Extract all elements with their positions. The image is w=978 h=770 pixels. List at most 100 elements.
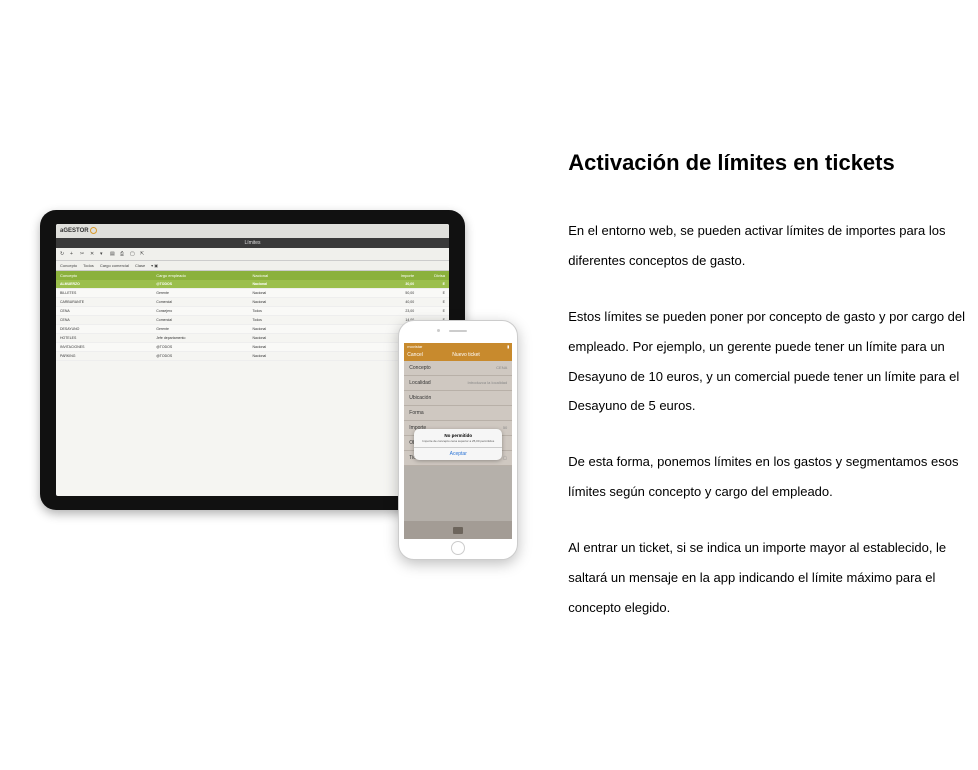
table-row[interactable]: BILLETESGerenteNacional50,00E — [56, 289, 449, 298]
export-icon[interactable]: ⇱ — [140, 251, 146, 257]
tablet-screen: aGESTOR Límites ↻ + ✂ ✕ ▾ ▤ ⎙ ▢ ⇱ Concep… — [56, 224, 449, 496]
refresh-icon[interactable]: ↻ — [60, 251, 66, 257]
print-icon[interactable]: ⎙ — [120, 251, 126, 257]
cell-concepto: CARBURANTE — [60, 300, 156, 304]
table-row[interactable]: CENAConsejeroTodos23,00E — [56, 307, 449, 316]
paragraph-2: Estos límites se pueden poner por concep… — [568, 302, 978, 422]
headline: Activación de límites en tickets — [568, 150, 978, 176]
cell-importe: 40,00 — [368, 300, 414, 304]
alert-modal: No permitido Importe de concepto cena su… — [414, 429, 502, 460]
col-importe: Importe — [368, 273, 414, 278]
col-cargo: Cargo empleado — [156, 273, 252, 278]
cell-cargo: Gerente — [156, 327, 252, 331]
cell-cargo: @TODOS — [156, 345, 252, 349]
cell-nacional: Nacional — [253, 354, 369, 358]
table-row[interactable]: ALMUERZO@TODOSNacional30,00E — [56, 280, 449, 289]
row-label: Ubicación — [409, 395, 431, 401]
row-label: Forma — [409, 410, 423, 416]
filter-icon[interactable]: ▾ — [100, 251, 106, 257]
filter-todos[interactable]: Todos — [83, 263, 94, 268]
row-value: CENA — [496, 365, 507, 371]
nav-back[interactable]: Cancel — [407, 352, 423, 358]
row-localidad[interactable]: Localidad Introduzca la localidad — [404, 376, 512, 391]
cell-nacional: Nacional — [253, 282, 369, 286]
modal-title: No permitido — [414, 429, 502, 439]
cell-nacional: Todos — [253, 309, 369, 313]
phone-navbar: Cancel Nuevo ticket — [404, 350, 512, 361]
cut-icon[interactable]: ✂ — [80, 251, 86, 257]
cell-importe: 30,00 — [368, 282, 414, 286]
cell-importe: 50,00 — [368, 291, 414, 295]
cell-cargo: @TODOS — [156, 282, 252, 286]
table-row[interactable]: CARBURANTEComercialNacional40,00E — [56, 298, 449, 307]
phone-front-cam — [437, 329, 440, 332]
close-icon[interactable]: ✕ — [90, 251, 96, 257]
cell-concepto: BILLETES — [60, 291, 156, 295]
table-row[interactable]: HOTELESJefe departamentoNacional75,00E — [56, 334, 449, 343]
toggle-icon[interactable]: ◯ — [503, 455, 507, 461]
cell-concepto: ALMUERZO — [60, 282, 156, 286]
cell-cargo: Gerente — [156, 291, 252, 295]
paragraph-4: Al entrar un ticket, si se indica un imp… — [568, 533, 978, 623]
cell-divisa: E — [414, 300, 445, 304]
table-header: Concepto Cargo empleado Nacional Importe… — [56, 271, 449, 280]
row-concepto[interactable]: Concepto CENA — [404, 361, 512, 376]
camera-bar[interactable] — [404, 521, 512, 539]
cell-cargo: Comercial — [156, 318, 252, 322]
cell-cargo: Consejero — [156, 309, 252, 313]
phone-device: movistar ▮ Cancel Nuevo ticket Concepto … — [398, 320, 518, 560]
filter-clase[interactable]: Clase — [135, 263, 145, 268]
cell-concepto: HOTELES — [60, 336, 156, 340]
section-title: Límites — [56, 238, 449, 248]
cell-concepto: DESAYUNO — [60, 327, 156, 331]
table-row[interactable]: CENAComercialTodos14,00E — [56, 316, 449, 325]
cell-nacional: Todos — [253, 318, 369, 322]
table-body: ALMUERZO@TODOSNacional30,00EBILLETESGere… — [56, 280, 449, 361]
filter-bar: Concepto Todos Cargo comercial Clase ▾ ▣ — [56, 261, 449, 271]
cell-concepto: INVITACIONES — [60, 345, 156, 349]
home-button[interactable] — [451, 541, 465, 555]
row-value: 50 — [503, 425, 507, 431]
row-label: Concepto — [409, 365, 430, 371]
paragraph-3: De esta forma, ponemos límites en los ga… — [568, 447, 978, 507]
cell-concepto: PARKING — [60, 354, 156, 358]
cell-nacional: Nacional — [253, 327, 369, 331]
col-divisa: Divisa — [414, 273, 445, 278]
cell-cargo: Comercial — [156, 300, 252, 304]
doc-icon[interactable]: ▤ — [110, 251, 116, 257]
logo-ring-icon — [90, 227, 97, 234]
row-forma[interactable]: Forma — [404, 406, 512, 421]
table-row[interactable]: DESAYUNOGerenteNacional8,00E — [56, 325, 449, 334]
cell-cargo: @TODOS — [156, 354, 252, 358]
toolbar: ↻ + ✂ ✕ ▾ ▤ ⎙ ▢ ⇱ — [56, 248, 449, 261]
cell-nacional: Nacional — [253, 336, 369, 340]
cell-nacional: Nacional — [253, 300, 369, 304]
app-logo: aGESTOR — [60, 227, 97, 234]
phone-speaker — [449, 330, 467, 332]
row-ubicacion[interactable]: Ubicación — [404, 391, 512, 406]
table-row[interactable]: PARKING@TODOSNacional25,00E — [56, 352, 449, 361]
nav-title: Nuevo ticket — [452, 352, 480, 358]
modal-text: Importe de concepto cena superior a 25,0… — [414, 439, 502, 447]
table-row[interactable]: INVITACIONES@TODOSNacional100,00E — [56, 343, 449, 352]
cell-concepto: CENA — [60, 309, 156, 313]
cell-divisa: E — [414, 309, 445, 313]
battery-icon: ▮ — [507, 344, 509, 349]
filter-concepto[interactable]: Concepto — [60, 263, 77, 268]
cell-nacional: Nacional — [253, 345, 369, 349]
col-concepto: Concepto — [60, 273, 156, 278]
device-mockups: aGESTOR Límites ↻ + ✂ ✕ ▾ ▤ ⎙ ▢ ⇱ Concep… — [40, 210, 508, 770]
page-icon[interactable]: ▢ — [130, 251, 136, 257]
filter-cargo[interactable]: Cargo comercial — [100, 263, 129, 268]
text-column: Activación de límites en tickets En el e… — [568, 0, 978, 649]
filter-extra-icon[interactable]: ▾ ▣ — [151, 263, 158, 268]
brand-text: aGESTOR — [60, 229, 89, 235]
col-nacional: Nacional — [253, 273, 369, 278]
row-label: Localidad — [409, 380, 430, 386]
modal-accept-button[interactable]: Aceptar — [414, 447, 502, 460]
paragraph-1: En el entorno web, se pueden activar lím… — [568, 216, 978, 276]
plus-icon[interactable]: + — [70, 251, 76, 257]
cell-cargo: Jefe departamento — [156, 336, 252, 340]
row-value: Introduzca la localidad — [467, 380, 507, 386]
camera-icon — [453, 527, 463, 534]
